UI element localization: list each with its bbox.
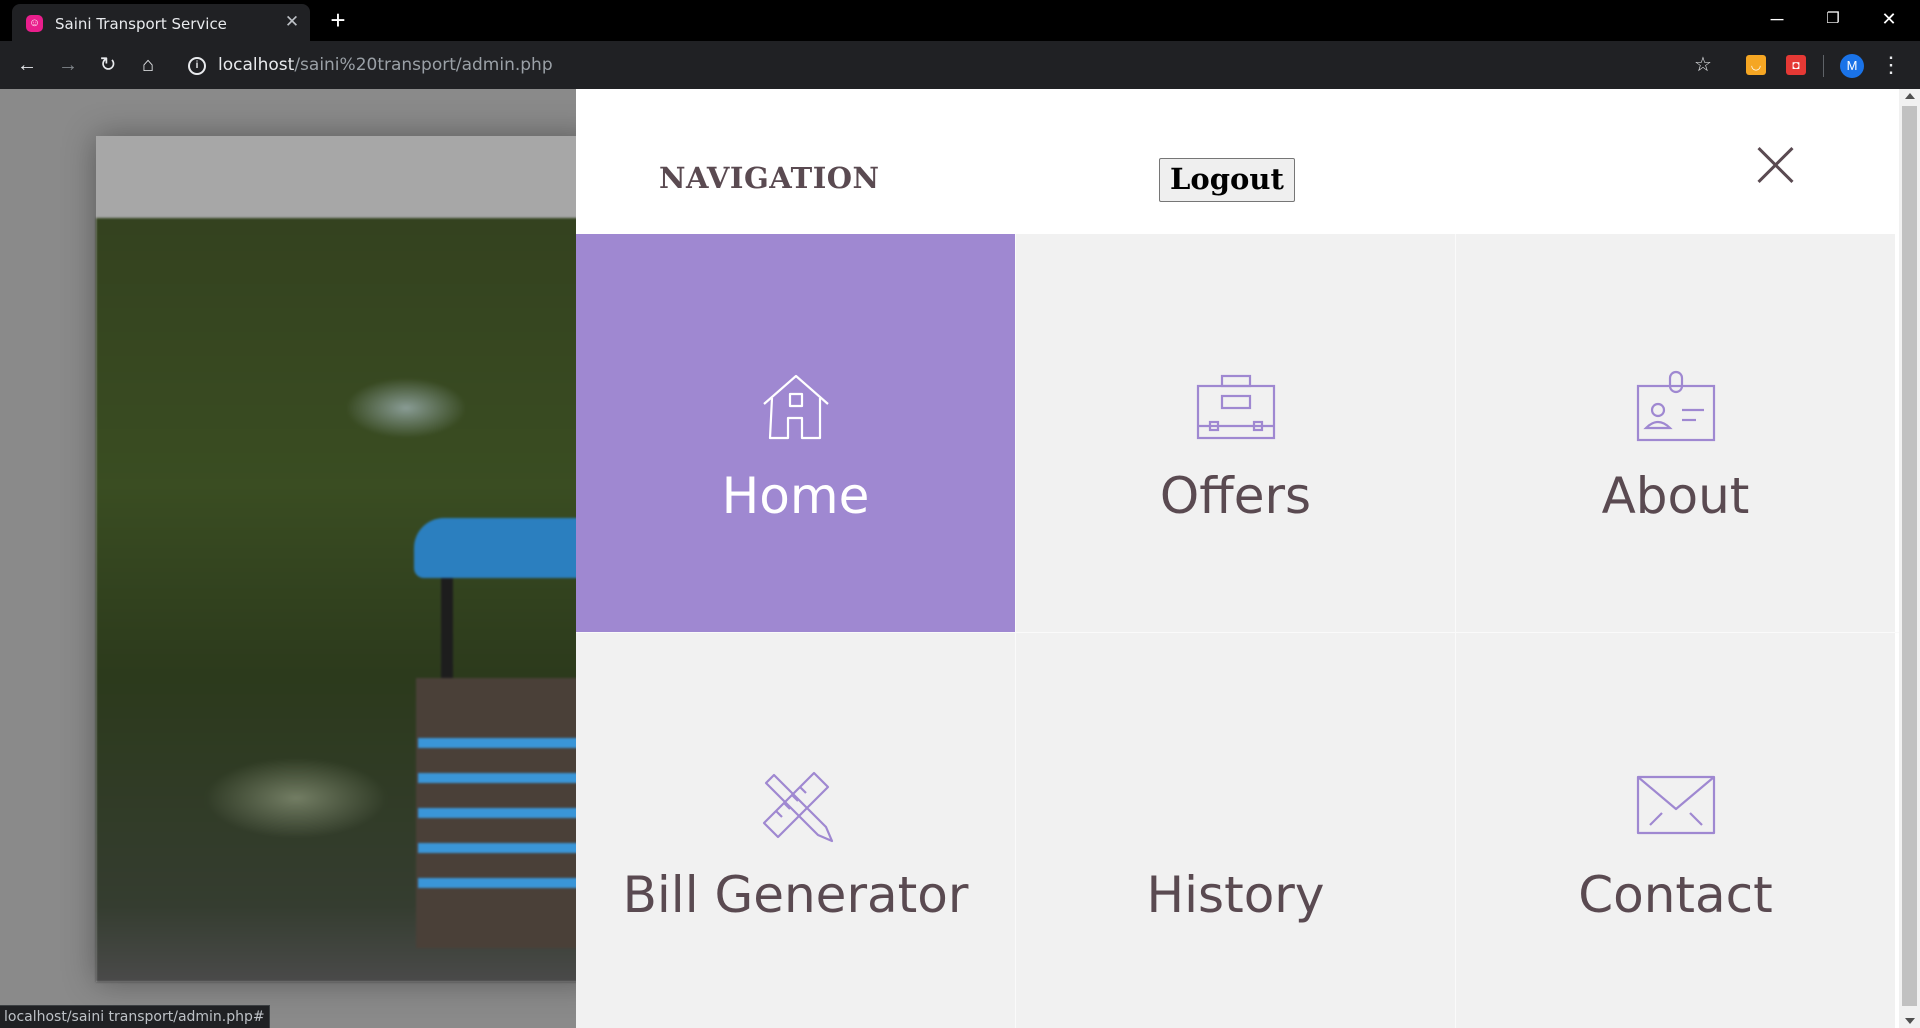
page-viewport: NAVIGATION Logout Home Offers About Bill… (0, 89, 1920, 1028)
id-badge-icon (1636, 370, 1715, 442)
reload-icon[interactable]: ↻ (94, 51, 122, 79)
navigation-overlay: NAVIGATION Logout Home Offers About Bill… (576, 89, 1899, 1028)
home-icon[interactable]: ⌂ (134, 51, 162, 79)
nav-tile-about[interactable]: About (1456, 234, 1895, 632)
background-hero-card (96, 136, 618, 982)
tab-close-icon[interactable]: ✕ (282, 12, 302, 32)
envelope-icon (1636, 775, 1715, 835)
tab-bar: ☺ Saini Transport Service ✕ + ─ ❐ ✕ (0, 0, 1920, 41)
page-scrollbar[interactable] (1899, 89, 1920, 1028)
nav-tile-offers[interactable]: Offers (1016, 234, 1455, 632)
browser-tab[interactable]: ☺ Saini Transport Service ✕ (12, 4, 310, 41)
close-menu-icon[interactable] (1756, 145, 1796, 185)
logout-button[interactable]: Logout (1159, 158, 1295, 202)
window-close-icon[interactable]: ✕ (1861, 0, 1917, 41)
nav-tile-history[interactable]: History (1016, 633, 1455, 1028)
navigation-title: NAVIGATION (659, 161, 880, 195)
url-host: localhost (218, 55, 295, 75)
nav-tile-bill-generator[interactable]: Bill Generator (576, 633, 1015, 1028)
nav-tile-contact[interactable]: Contact (1456, 633, 1895, 1028)
profile-avatar[interactable]: M (1840, 54, 1864, 78)
navigation-grid: Home Offers About Bill Generator History… (576, 234, 1899, 1028)
url-path: /saini%20transport/admin.php (294, 55, 553, 75)
briefcase-icon (1196, 374, 1275, 440)
back-arrow-icon[interactable]: ← (13, 51, 41, 79)
toolbar-divider (1823, 55, 1824, 77)
nav-tile-home[interactable]: Home (576, 234, 1015, 632)
url-text: localhost/saini%20transport/admin.php (218, 55, 553, 75)
grid-divider (576, 632, 1899, 633)
nav-tile-label: Home (721, 467, 870, 525)
restore-icon[interactable]: ❐ (1805, 0, 1861, 41)
bookmark-star-icon[interactable]: ☆ (1694, 51, 1712, 79)
new-tab-icon[interactable]: + (324, 6, 352, 34)
grid-divider (1015, 234, 1016, 1028)
kebab-menu-icon[interactable]: ⋮ (1880, 51, 1902, 79)
status-url: localhost/saini transport/admin.php# (0, 1005, 270, 1028)
info-icon[interactable]: i (188, 57, 206, 75)
grid-divider (1455, 234, 1456, 1028)
nav-tile-label: Offers (1159, 467, 1312, 525)
favicon-icon: ☺ (26, 15, 43, 32)
nav-tile-label: About (1601, 467, 1750, 525)
scroll-thumb[interactable] (1902, 106, 1917, 1006)
overlay-header: NAVIGATION Logout (576, 89, 1899, 234)
scroll-down-arrow-icon[interactable] (1905, 1018, 1915, 1024)
forward-arrow-icon[interactable]: → (54, 51, 82, 79)
nav-tile-label: History (1146, 866, 1325, 924)
scroll-up-arrow-icon[interactable] (1905, 93, 1915, 99)
house-icon (762, 374, 829, 440)
address-bar[interactable]: i localhost/saini%20transport/admin.php (182, 48, 1722, 82)
minimize-icon[interactable]: ─ (1749, 0, 1805, 41)
truck-pillar (441, 578, 453, 688)
pocket-extension-icon[interactable]: ◘ (1786, 55, 1806, 75)
ruler-pencil-icon (762, 771, 833, 843)
browser-toolbar: ← → ↻ ⌂ i localhost/saini%20transport/ad… (0, 41, 1920, 89)
truck-photo (96, 218, 618, 982)
tab-title: Saini Transport Service (55, 15, 227, 33)
extension-icon[interactable]: ◡ (1746, 55, 1766, 75)
nav-tile-label: Contact (1578, 866, 1773, 924)
nav-tile-label: Bill Generator (622, 866, 969, 924)
